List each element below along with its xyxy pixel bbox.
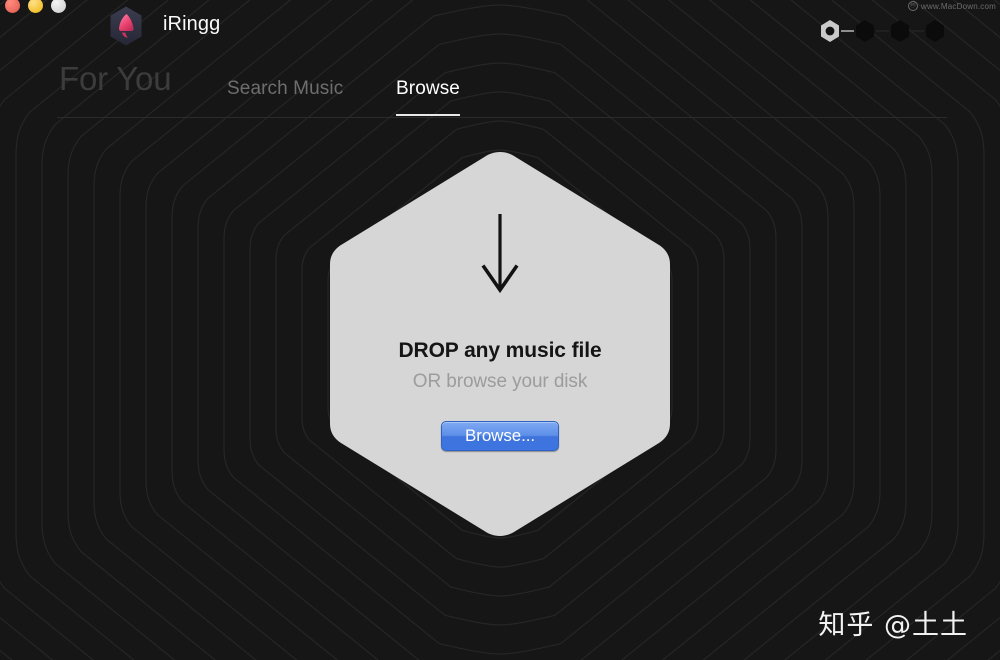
step-connector-2 xyxy=(876,30,889,32)
close-button[interactable] xyxy=(5,0,20,13)
iringg-app-window: iRingg Ⓜ www.Mac xyxy=(0,0,1000,660)
dropzone-title: DROP any music file xyxy=(398,339,601,363)
browse-button[interactable]: Browse... xyxy=(441,421,559,451)
step-4[interactable] xyxy=(924,19,946,43)
step-3[interactable] xyxy=(889,19,911,43)
iringg-logo-icon xyxy=(106,4,146,48)
tab-browse[interactable]: Browse xyxy=(396,78,460,100)
tab-active-underline xyxy=(396,114,460,116)
watermark-badge-icon: Ⓜ xyxy=(908,1,918,11)
dropzone-subtitle: OR browse your disk xyxy=(413,371,587,393)
maximize-button[interactable] xyxy=(51,0,66,13)
watermark-bottom-right: 知乎 @土土 xyxy=(818,603,968,642)
watermark-top-right: Ⓜ www.MacDown.com xyxy=(908,1,996,11)
step-connector-1 xyxy=(841,30,854,32)
arrow-down-icon xyxy=(478,212,522,299)
file-dropzone[interactable]: DROP any music file OR browse your disk … xyxy=(330,152,670,536)
app-title: iRingg xyxy=(163,13,220,36)
tab-search-music[interactable]: Search Music xyxy=(227,78,343,100)
step-indicator xyxy=(819,19,946,43)
page-title-for-you: For You xyxy=(59,60,171,98)
minimize-button[interactable] xyxy=(28,0,43,13)
step-2[interactable] xyxy=(854,19,876,43)
window-controls xyxy=(5,0,66,13)
main-navigation: For You Search Music Browse xyxy=(0,60,1000,120)
nav-divider xyxy=(57,117,947,118)
step-1[interactable] xyxy=(819,19,841,43)
step-connector-3 xyxy=(911,30,924,32)
watermark-top-text: www.MacDown.com xyxy=(921,2,996,11)
